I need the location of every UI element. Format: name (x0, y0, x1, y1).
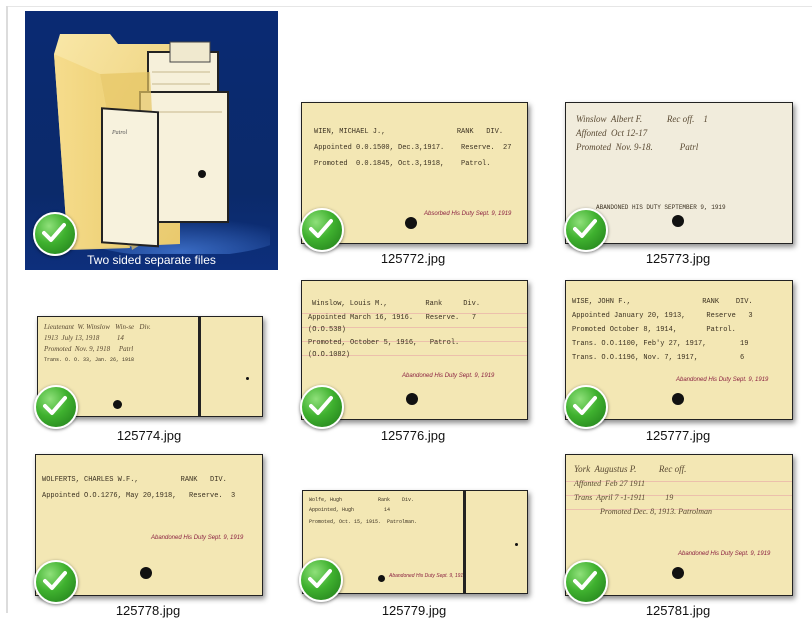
card-line: Trans April 7 -1-1911 19 (574, 493, 674, 502)
checked-icon[interactable] (34, 560, 78, 604)
file-item-125778[interactable]: WOLFERTS, CHARLES W.F., RANK DIV. Appoin… (25, 447, 275, 619)
card-stamp: Abandoned His Duty Sept. 9, 1919 (151, 535, 244, 541)
card-divider (198, 317, 201, 416)
card-hole (140, 567, 152, 579)
card-line: Promoted October 8, 1914, Patrol. (572, 326, 736, 334)
card-hole (378, 575, 385, 582)
card-line: Promoted Nov. 9-18. Patrl (576, 142, 699, 152)
card-hole (672, 393, 684, 405)
card-line: York Augustus P. Rec off. (574, 464, 687, 474)
checked-icon[interactable] (34, 385, 78, 429)
card-line: Wolfe, Hugh Rank Div. (309, 497, 415, 503)
card-line: Appointed, Hugh 14 (309, 507, 391, 513)
card-hole (405, 217, 417, 229)
card-line: Promoted Dec. 8, 1913. Patrolman (600, 507, 713, 516)
card-stamp: Abandoned His Duty Sept. 9, 1919 (678, 551, 771, 557)
card-line: (O.O.1082) (308, 351, 351, 359)
card-line: Promoted, Oct. 15, 1915. Patrolman. (309, 519, 418, 525)
card-stamp: Abandoned His Duty Sept. 9, 1919 (676, 377, 769, 383)
card-line: Trans. O.O.1196, Nov. 7, 1917, 6 (572, 354, 745, 362)
checked-icon[interactable] (300, 208, 344, 252)
file-item-125773[interactable]: Winslow Albert F. Rec off. 1 Affonted Oc… (555, 95, 805, 275)
card-line: Appointed 0.0.1500, Dec.3,1917. Reserve.… (314, 144, 512, 152)
file-name: 125779.jpg (381, 603, 447, 618)
folder-label: Two sided separate files (87, 253, 216, 267)
svg-text:Patrol: Patrol (111, 130, 127, 136)
folder-item[interactable]: Patrol Two sided separate files (0, 0, 290, 280)
card-divider (463, 491, 466, 593)
card-line: (O.O.538) (308, 326, 346, 334)
card-stamp: Absorbed His Duty Sept. 9, 1919 (424, 211, 512, 217)
card-line: Trans. O.O.1100, Feb'y 27, 1917, 19 (572, 340, 749, 348)
card-line: Affonted Oct 12-17 (576, 128, 648, 138)
file-item-125779[interactable]: Wolfe, Hugh Rank Div. Appointed, Hugh 14… (290, 485, 540, 619)
card-line: Winslow, Louis M., Rank Div. (312, 300, 481, 308)
file-name: 125781.jpg (645, 603, 711, 618)
file-item-125772[interactable]: WIEN, MICHAEL J., RANK DIV. Appointed 0.… (290, 95, 540, 275)
card-line: Trans. O. O. 33, Jan. 26, 1918 (44, 357, 135, 363)
card-stamp: ABANDONED HIS DUTY SEPTEMBER 9, 1919 (596, 204, 726, 211)
card-line: Appointed January 20, 1913, Reserve 3 (572, 312, 753, 320)
checked-icon[interactable] (300, 385, 344, 429)
file-name: 125777.jpg (645, 428, 711, 443)
card-hole (672, 567, 684, 579)
card-stamp: Abandoned His Duty Sept. 9, 1919 (402, 373, 495, 379)
card-line: WIEN, MICHAEL J., RANK DIV. (314, 128, 504, 136)
card-line: WISE, JOHN F., RANK DIV. (572, 298, 753, 306)
checked-icon[interactable] (299, 558, 343, 602)
card-line: Promoted 0.0.1845, Oct.3,1918, Patrol. (314, 160, 491, 168)
card-line: Appointed O.O.1276, May 20,1918, Reserve… (42, 492, 236, 500)
card-hole (246, 377, 249, 380)
file-name: 125778.jpg (115, 603, 181, 618)
file-item-125781[interactable]: York Augustus P. Rec off. Affonted Feb 2… (555, 447, 805, 619)
card-line: WOLFERTS, CHARLES W.F., RANK DIV. (42, 476, 227, 484)
checked-icon[interactable] (564, 208, 608, 252)
file-name: 125773.jpg (645, 251, 711, 266)
checked-icon[interactable] (33, 212, 77, 256)
card-line: Affonted Feb 27 1911 (574, 479, 645, 488)
checked-icon[interactable] (564, 385, 608, 429)
card-hole (113, 400, 122, 409)
card-line: Winslow Albert F. Rec off. 1 (576, 114, 708, 124)
card-hole (515, 543, 518, 546)
file-item-125777[interactable]: WISE, JOHN F., RANK DIV. Appointed Janua… (555, 272, 805, 447)
file-item-125774[interactable]: Lieutenant W. Winslow Win-se Div. 1913 J… (25, 310, 275, 445)
card-hole (672, 215, 684, 227)
file-name: 125774.jpg (116, 428, 182, 443)
card-hole (406, 393, 418, 405)
file-name: 125776.jpg (380, 428, 446, 443)
file-item-125776[interactable]: Winslow, Louis M., Rank Div. Appointed M… (290, 272, 540, 447)
card-stamp: Abandoned His Duty Sept. 9, 1919 (389, 573, 466, 579)
folder-icon: Patrol (54, 34, 270, 254)
file-name: 125772.jpg (380, 251, 446, 266)
checked-icon[interactable] (564, 560, 608, 604)
